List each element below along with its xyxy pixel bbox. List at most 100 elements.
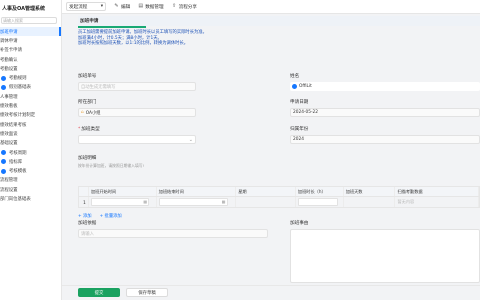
menu-dot-icon: [1, 159, 6, 165]
dept-label: 所在部门: [78, 100, 97, 105]
menu-dot-icon: [1, 168, 6, 174]
batch-add-button[interactable]: + 批量添加: [100, 213, 122, 219]
dept-field[interactable]: ⌂ OA小组: [78, 108, 196, 117]
toolbar-action-database[interactable]: ▤ 数据管理: [138, 4, 163, 10]
menu-dot-icon: [1, 84, 6, 90]
ot-type-select[interactable]: ⌄: [78, 135, 196, 144]
sidebar-item[interactable]: 绩效面谈: [0, 129, 61, 138]
sidebar-item[interactable]: 流程管理: [0, 176, 61, 185]
remark-textarea[interactable]: [290, 229, 480, 283]
sidebar-menu: 加班申请 调休申请补签卡申请考勤确认 考勤设置考勤规则假别基础表人事管理 绩效看板绩效…: [0, 27, 61, 204]
days-cell: [344, 197, 396, 207]
share-icon: ⇪: [171, 3, 177, 9]
sidebar-item-label: 指标库: [9, 159, 23, 165]
details-hint: 按年份计算加班，请按照日期输入填写!: [78, 163, 145, 168]
name-field[interactable]: OffiLit: [290, 82, 480, 91]
apply-no-field[interactable]: 自动生成无需填写: [78, 82, 196, 91]
row-index: 1: [79, 197, 89, 207]
database-icon: ▤: [138, 3, 144, 9]
sidebar-item[interactable]: 流程设置: [0, 185, 61, 194]
toolbar-actions: ✎ 编辑 ▤ 数据管理 ⇪ 流程分享: [106, 4, 197, 10]
sidebar-item[interactable]: 考勤规则: [0, 73, 61, 82]
scan-cell: 暂无内容: [395, 197, 480, 207]
sidebar-item[interactable]: 绩效考核计划制定: [0, 111, 61, 120]
sidebar-item[interactable]: 调休申请: [0, 36, 61, 45]
apply-date-label: 申请日期: [290, 100, 309, 105]
sidebar-item-label: 基础设置: [0, 141, 18, 147]
month-field[interactable]: 2024: [290, 135, 480, 144]
apply-no-placeholder: 自动生成无需填写: [81, 84, 116, 90]
sidebar-item[interactable]: 人事管理: [0, 92, 61, 101]
sidebar-item-label: 绩效考核计划制定: [0, 113, 36, 119]
hours-input[interactable]: [297, 198, 339, 206]
sidebar-item-label: 考勤规则: [9, 76, 27, 82]
sidebar-item[interactable]: 补签卡申请: [0, 46, 61, 55]
start-time-input[interactable]: ▦: [90, 198, 150, 206]
sidebar-item[interactable]: 假别基础表: [0, 83, 61, 92]
department-icon: ⌂: [81, 110, 84, 115]
sidebar-item-label: 考勤确认: [0, 57, 18, 63]
sidebar-item[interactable]: 绩效结果考核: [0, 120, 61, 129]
flow-select-value: 发起流程: [69, 4, 88, 10]
sidebar-item[interactable]: 加班申请: [0, 27, 61, 37]
sidebar-item[interactable]: 基础设置: [0, 139, 61, 148]
sidebar-item-label: 绩效结果考核: [0, 122, 27, 128]
top-toolbar: 发起流程 ▾ ✎ 编辑 ▤ 数据管理 ⇪ 流程分享: [62, 0, 480, 14]
sidebar-item-label: 补签卡申请: [0, 48, 22, 54]
form-main: 加班申请 员工加班需要提前加班申请。加班时长以员工填写的实际时长为准。 加班满4…: [62, 14, 480, 300]
desc-line: 加班时长按照加班天数，以1:1的比例，转换为调休时长。: [78, 41, 189, 47]
toolbar-action-label: 流程分享: [178, 4, 197, 10]
dept-value: OA小组: [85, 110, 101, 116]
table-header-cell: 加班开始时间: [89, 187, 157, 196]
form-description: 员工加班需要提前加班申请。加班时长以员工填写的实际时长为准。 加班满4小时，计0…: [78, 30, 478, 47]
add-row-button[interactable]: + 添加: [78, 213, 92, 219]
sidebar-item[interactable]: 部门岗位基础表: [0, 194, 61, 203]
sidebar-item[interactable]: 考核模板: [0, 166, 61, 175]
apply-date-field[interactable]: 2024-05-22: [290, 108, 480, 117]
menu-dot-icon: [1, 75, 6, 81]
save-draft-button[interactable]: 保存草稿: [126, 288, 168, 297]
attachments-placeholder: 请输入: [81, 231, 94, 237]
apply-date-value: 2024-05-22: [293, 110, 318, 115]
chevron-down-icon: ▾: [100, 4, 103, 9]
sidebar-item[interactable]: 考勤确认: [0, 55, 61, 64]
hours-cell: [296, 197, 344, 207]
avatar: [292, 84, 297, 89]
toolbar-action-share[interactable]: ⇪ 流程分享: [172, 4, 197, 10]
chevron-down-icon: ⌄: [188, 137, 193, 143]
app-root: 人事及OA管理系统 请输入搜索 加班申请 调休申请补签卡申请考勤确认 考勤设置考勤规…: [0, 0, 480, 300]
details-table: 加班开始时间 加班结束时间 星期 加班时长（h） 加班天数 扫描考勤数据 1 ▦ ▦ 暂无…: [78, 186, 480, 208]
search-placeholder: 请输入搜索: [3, 17, 23, 23]
sidebar-item-label: 人事管理: [0, 94, 18, 100]
end-time-input[interactable]: ▦: [158, 198, 228, 206]
sidebar-item[interactable]: 考勤设置: [0, 64, 61, 73]
sidebar-search-input[interactable]: 请输入搜索: [1, 17, 57, 24]
table-row: 1 ▦ ▦ 暂无内容: [78, 197, 480, 208]
start-time-cell: ▦: [89, 197, 157, 207]
flow-select[interactable]: 发起流程 ▾: [66, 2, 106, 11]
end-time-cell: ▦: [157, 197, 237, 207]
footer-divider: [62, 285, 480, 286]
edit-icon: ✎: [114, 3, 119, 9]
attachments-label: 加班依据: [78, 221, 97, 226]
sidebar-item[interactable]: 指标库: [0, 157, 61, 166]
sidebar-item-label: 假别基础表: [9, 85, 31, 91]
brand-title: 人事及OA管理系统: [2, 5, 45, 12]
table-header-cell: 加班结束时间: [157, 187, 237, 196]
month-value: 2024: [293, 137, 304, 142]
toolbar-action-label: 编辑: [121, 4, 131, 10]
sidebar-item[interactable]: 考核周期: [0, 148, 61, 157]
apply-no-label: 加班单号: [78, 74, 97, 79]
toolbar-action-edit[interactable]: ✎ 编辑: [114, 4, 130, 10]
table-header: 加班开始时间 加班结束时间 星期 加班时长（h） 加班天数 扫描考勤数据: [78, 186, 480, 197]
table-actions: + 添加 + 批量添加: [78, 213, 130, 219]
table-header-cell: [79, 187, 89, 196]
calendar-icon: ▦: [143, 199, 148, 204]
submit-button[interactable]: 提交: [78, 288, 120, 297]
remark-label: 加班事由: [290, 221, 309, 226]
table-header-cell: 星期: [236, 187, 296, 196]
toolbar-action-label: 数据管理: [145, 4, 164, 10]
attachments-field[interactable]: 请输入: [78, 229, 268, 238]
sidebar-item-label: 调休申请: [0, 38, 18, 44]
sidebar-item[interactable]: 绩效看板: [0, 101, 61, 110]
